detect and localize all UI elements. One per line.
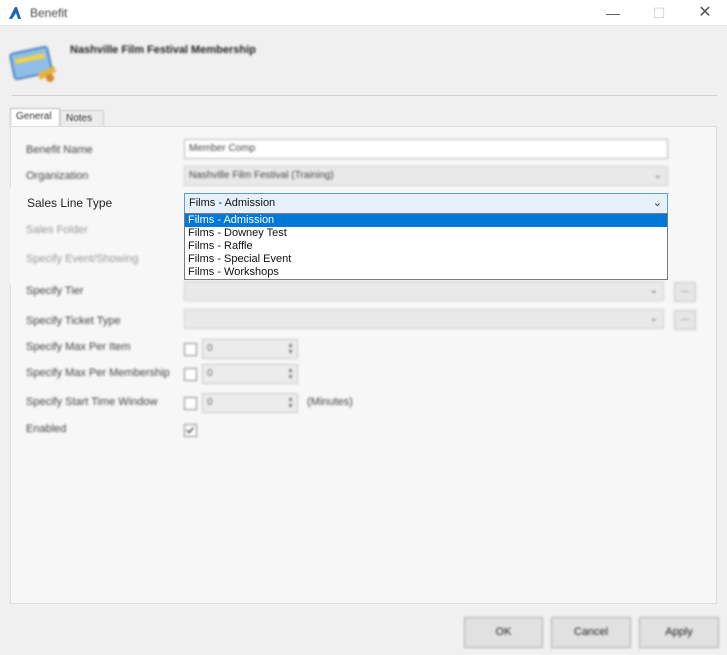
chevron-down-icon: ⌄ <box>649 313 658 324</box>
tab-notes[interactable]: Notes <box>60 110 104 127</box>
header-title: Nashville Film Festival Membership <box>70 44 256 56</box>
start-time-window-label: Specify Start Time Window <box>26 396 158 408</box>
organization-value: Nashville Film Festival (Training) <box>189 170 334 181</box>
specify-event-label: Specify Event/Showing <box>26 253 139 265</box>
sales-line-type-select[interactable]: Films - Admission ⌄ <box>184 193 668 214</box>
organization-label: Organization <box>26 170 89 182</box>
tab-general[interactable]: General <box>10 108 60 127</box>
max-per-membership-checkbox[interactable] <box>184 368 197 381</box>
start-time-window-checkbox[interactable] <box>184 397 197 410</box>
specify-ticket-type-browse-button[interactable]: ... <box>674 310 696 330</box>
max-per-item-value: 0 <box>207 343 213 354</box>
dropdown-option[interactable]: Films - Admission <box>185 214 667 227</box>
sales-line-type-label: Sales Line Type <box>27 196 113 210</box>
spinner-arrows-icon[interactable]: ▲ ▼ <box>287 396 294 410</box>
header-divider <box>12 95 717 96</box>
spinner-arrows-icon[interactable]: ▲ ▼ <box>287 367 294 381</box>
sales-line-type-value: Films - Admission <box>189 197 276 209</box>
specify-tier-label: Specify Tier <box>26 285 84 297</box>
max-per-membership-value: 0 <box>207 368 213 379</box>
membership-card-icon <box>9 45 56 82</box>
window-title: Benefit <box>30 6 68 20</box>
ok-button[interactable]: OK <box>464 617 543 648</box>
title-bar: Benefit — ☐ ✕ <box>0 0 727 26</box>
start-time-window-value: 0 <box>207 397 213 408</box>
max-per-membership-label: Specify Max Per Membership <box>26 367 170 379</box>
checkmark-icon <box>186 427 194 434</box>
chevron-down-icon: ⌄ <box>649 285 658 296</box>
dropdown-option[interactable]: Films - Downey Test <box>185 227 667 240</box>
max-per-item-spinner[interactable]: 0 ▲ ▼ <box>202 339 298 359</box>
specify-tier-browse-button[interactable]: ... <box>674 282 696 302</box>
app-logo-icon <box>9 7 21 19</box>
dropdown-option[interactable]: Films - Special Event <box>185 253 667 266</box>
start-time-window-spinner[interactable]: 0 ▲ ▼ <box>202 393 298 413</box>
enabled-checkbox[interactable] <box>184 424 197 437</box>
sales-folder-label: Sales Folder <box>26 224 88 236</box>
dropdown-option[interactable]: Films - Workshops <box>185 266 667 279</box>
specify-tier-select[interactable]: ⌄ <box>184 281 664 301</box>
chevron-down-icon: ⌄ <box>652 197 662 209</box>
specify-ticket-type-label: Specify Ticket Type <box>26 315 121 327</box>
organization-select[interactable]: Nashville Film Festival (Training) ⌄ <box>184 166 668 186</box>
chevron-down-icon: ⌄ <box>653 170 662 181</box>
sales-line-type-dropdown[interactable]: Films - Admission Films - Downey Test Fi… <box>184 213 668 280</box>
enabled-label: Enabled <box>26 423 67 435</box>
minimize-button[interactable]: — <box>590 0 636 26</box>
close-button[interactable]: ✕ <box>682 0 727 26</box>
max-per-item-label: Specify Max Per Item <box>26 341 131 353</box>
minutes-unit-label: (Minutes) <box>307 396 353 408</box>
cancel-button[interactable]: Cancel <box>551 617 631 648</box>
apply-button[interactable]: Apply <box>639 617 719 648</box>
dropdown-option[interactable]: Films - Raffle <box>185 240 667 253</box>
spinner-arrows-icon[interactable]: ▲ ▼ <box>287 342 294 356</box>
benefit-name-input[interactable]: Member Comp <box>184 139 668 159</box>
max-per-item-checkbox[interactable] <box>184 343 197 356</box>
specify-ticket-type-select[interactable]: ⌄ <box>184 309 664 329</box>
maximize-button[interactable]: ☐ <box>636 0 682 26</box>
benefit-name-label: Benefit Name <box>26 144 93 156</box>
max-per-membership-spinner[interactable]: 0 ▲ ▼ <box>202 364 298 384</box>
